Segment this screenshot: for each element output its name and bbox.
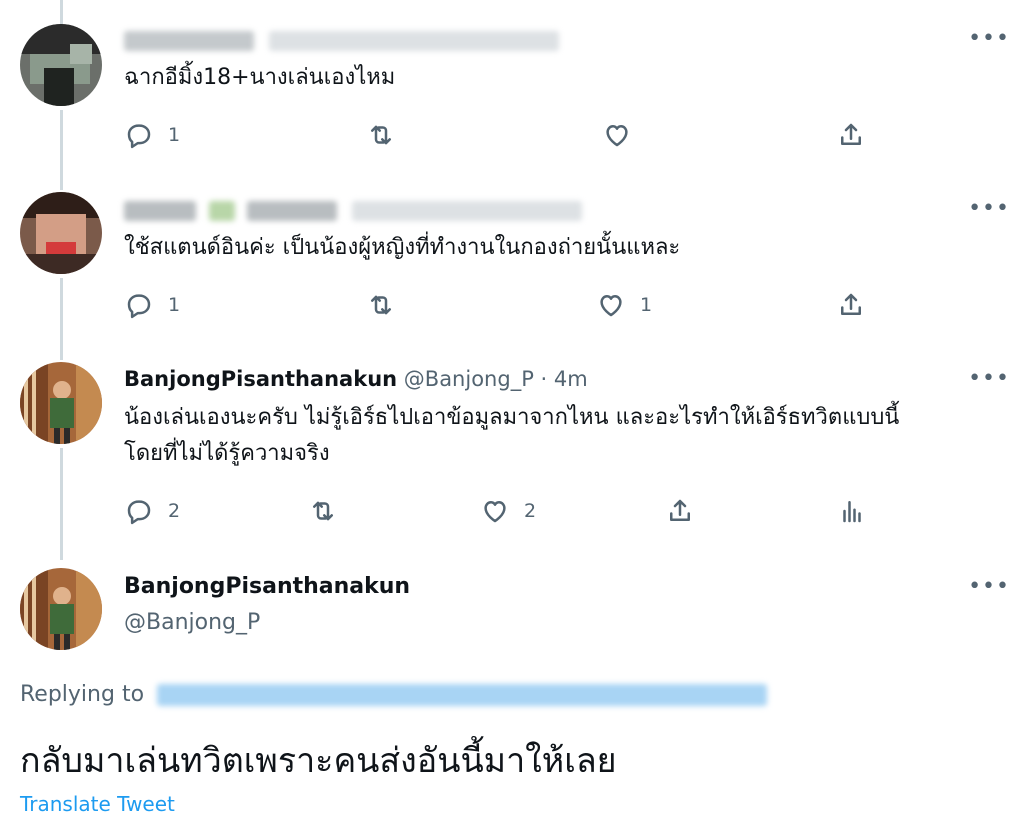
like-button[interactable] [602,118,646,152]
action-bar: 2 2 [124,494,884,528]
share-icon [841,123,861,145]
tweet-text: น้องเล่นเองนะครับ ไม่รู้เอิร์ธไปเอาข้อมู… [124,400,899,472]
retweet-icon [371,295,391,315]
author-row [124,28,559,52]
retweet-button[interactable] [308,494,338,528]
share-button[interactable] [836,118,866,152]
reply-count: 2 [168,500,181,522]
like-icon [600,295,622,317]
retweet-icon [371,125,391,145]
author-name[interactable]: BanjongPisanthanakun [124,574,410,599]
like-count: 1 [640,294,653,316]
like-icon [484,501,506,523]
reply-button[interactable]: 1 [124,118,180,152]
thread-line [60,110,63,190]
blurred-author-name [124,31,254,51]
reply-icon [127,294,151,319]
analytics-button[interactable] [837,494,867,528]
thread-line [60,278,63,360]
reply-icon [127,500,151,525]
tweet-time[interactable]: · 4m [541,367,588,391]
avatar[interactable] [20,568,102,650]
author-handle[interactable]: @Banjong_P [124,610,260,635]
blurred-author-emoji [208,201,235,221]
analytics-icon [843,501,861,523]
more-icon[interactable]: ••• [968,574,1010,599]
blurred-author-name [124,201,196,221]
reply-count: 1 [168,124,181,146]
more-icon[interactable]: ••• [968,26,1010,51]
share-button[interactable] [836,288,866,322]
tweet-text: ฉากอีมิ้ง18+นางเล่นเองไหม [124,65,396,90]
thread-line [60,0,63,24]
action-bar: 1 1 [124,288,884,322]
reply-count: 1 [168,294,181,316]
avatar[interactable] [20,192,102,274]
like-button[interactable]: 2 [480,494,536,528]
retweet-button[interactable] [366,288,396,322]
thread-line [60,448,63,560]
replying-label: Replying to [20,682,145,707]
author-handle[interactable]: @Banjong_P [404,367,534,391]
action-bar: 1 [124,118,884,152]
retweet-icon [313,501,333,521]
share-button[interactable] [665,494,695,528]
author-row: BanjongPisanthanakun @Banjong_P · 4m [124,367,588,391]
blurred-reply-handles[interactable] [157,684,768,706]
like-count: 2 [524,500,537,522]
reply-icon [127,124,151,149]
blurred-author-handle [352,201,583,221]
share-icon [670,499,690,521]
avatar[interactable] [20,362,102,444]
reply-button[interactable]: 2 [124,494,180,528]
author-name[interactable]: BanjongPisanthanakun [124,367,397,391]
blurred-author-name-2 [247,201,338,221]
share-icon [841,293,861,315]
blurred-author-handle [268,31,559,51]
avatar[interactable] [20,24,102,106]
more-icon[interactable]: ••• [968,366,1010,391]
main-tweet-text: กลับมาเล่นทวิตเพราะคนส่งอันนี้มาให้เลย [20,741,617,781]
like-icon [606,125,628,147]
more-icon[interactable]: ••• [968,196,1010,221]
tweet-text: ใช้สแตนด์อินค่ะ เป็นน้องผู้หญิงที่ทำงานใ… [124,235,681,260]
tweet-text-line-2: โดยที่ไม่ได้รู้ความจริง [124,441,330,466]
retweet-button[interactable] [366,118,396,152]
replying-to: Replying to [20,682,768,707]
like-button[interactable]: 1 [596,288,652,322]
translate-tweet-link[interactable]: Translate Tweet [20,792,175,816]
author-row [124,198,583,222]
reply-button[interactable]: 1 [124,288,180,322]
tweet-text-line-1: น้องเล่นเองนะครับ ไม่รู้เอิร์ธไปเอาข้อมู… [124,405,900,430]
